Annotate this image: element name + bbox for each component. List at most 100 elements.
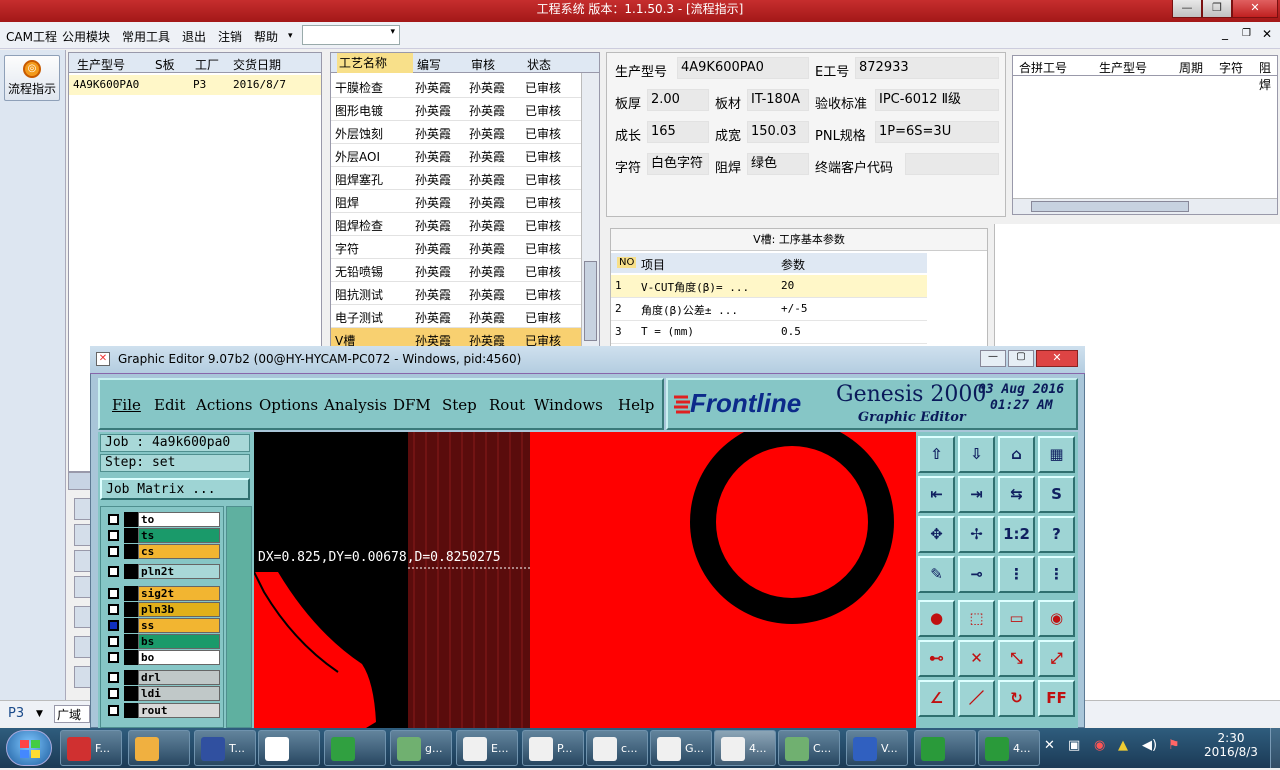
col-header[interactable]: 生产型号: [77, 56, 125, 73]
start-button[interactable]: [6, 730, 52, 766]
cam-canvas[interactable]: DX=0.825,DY=0.00678,D=0.8250275: [254, 432, 916, 728]
snap-icon[interactable]: ⊸: [958, 556, 995, 593]
layer-checkbox[interactable]: [108, 652, 119, 663]
ge-minimize-button[interactable]: —: [980, 350, 1006, 367]
menu-logout[interactable]: 注销: [218, 28, 242, 45]
layer-name[interactable]: drl: [138, 670, 220, 685]
horizontal-scrollbar[interactable]: [1013, 198, 1277, 214]
ge-menu-analysis[interactable]: Analysis: [324, 396, 387, 414]
layer-checkbox[interactable]: [108, 688, 119, 699]
col-header[interactable]: 阻焊: [1259, 59, 1277, 93]
field-e-no[interactable]: 872933: [855, 57, 999, 79]
chevron-down-icon[interactable]: ▼: [36, 709, 43, 719]
layer-name[interactable]: bs: [138, 634, 220, 649]
layer-row[interactable]: bo: [106, 650, 222, 665]
task-notes[interactable]: [258, 730, 320, 766]
help-icon[interactable]: ?: [1038, 516, 1075, 553]
flip-icon[interactable]: ⇆: [998, 476, 1035, 513]
table-row[interactable]: 3 T = (mm) 0.5: [611, 321, 927, 344]
layer-name[interactable]: sig2t: [138, 586, 220, 601]
table-row[interactable]: 图形电镀 孙英霞 孙英霞 已审核: [331, 98, 599, 121]
ge-menu-step[interactable]: Step: [442, 396, 477, 414]
connect-icon[interactable]: ⤡: [998, 640, 1035, 677]
layer-checkbox[interactable]: [108, 636, 119, 647]
clock[interactable]: 2:30 2016/8/3: [1196, 731, 1266, 759]
layer-checkbox[interactable]: [108, 588, 119, 599]
layer-row[interactable]: ldi: [106, 686, 222, 701]
col-header[interactable]: 字符: [1219, 59, 1243, 76]
task-foxmail[interactable]: F...: [60, 730, 122, 766]
layer-row[interactable]: drl: [106, 670, 222, 685]
mdi-minimize-icon[interactable]: _: [1222, 26, 1228, 40]
tray-warning-icon[interactable]: ▲: [1118, 738, 1128, 753]
task-genesis-c[interactable]: C...: [778, 730, 840, 766]
task-ge-p[interactable]: P...: [522, 730, 584, 766]
layer-checkbox[interactable]: [108, 530, 119, 541]
net-icon[interactable]: ⊷: [918, 640, 955, 677]
field-material[interactable]: IT-180A: [747, 89, 809, 111]
mdi-restore-icon[interactable]: ❐: [1242, 28, 1251, 39]
layer-checkbox[interactable]: [108, 514, 119, 525]
board-right-icon[interactable]: ⋮: [1038, 556, 1075, 593]
layer-row[interactable]: ss: [106, 618, 222, 633]
col-header[interactable]: 交货日期: [233, 56, 281, 73]
table-row[interactable]: 4A9K600PA0 P3 2016/8/7: [69, 75, 321, 95]
hole-icon[interactable]: ◉: [1038, 600, 1075, 637]
zoom-out-icon[interactable]: ✢: [958, 516, 995, 553]
line-icon[interactable]: ／: [958, 680, 995, 717]
layer-row[interactable]: bs: [106, 634, 222, 649]
task-save[interactable]: T...: [194, 730, 256, 766]
table-row[interactable]: 无铅喷锡 孙英霞 孙英霞 已审核: [331, 259, 599, 282]
restore-button[interactable]: ❐: [1202, 0, 1232, 18]
table-row[interactable]: V槽 孙英霞 孙英霞 已审核: [331, 328, 599, 346]
zoom-fit-icon[interactable]: ⇧: [918, 436, 955, 473]
task-genesis-eye[interactable]: g...: [390, 730, 452, 766]
table-row[interactable]: 电子测试 孙英霞 孙英霞 已审核: [331, 305, 599, 328]
cross-icon[interactable]: ✕: [958, 640, 995, 677]
layer-checkbox[interactable]: [108, 546, 119, 557]
col-header[interactable]: 审核: [471, 56, 495, 73]
task-excel[interactable]: [914, 730, 976, 766]
task-ge-c[interactable]: c...: [586, 730, 648, 766]
ge-menu-dfm[interactable]: DFM: [393, 396, 431, 414]
add-pad-icon[interactable]: ●: [918, 600, 955, 637]
field-length[interactable]: 165: [647, 121, 709, 143]
menu-help[interactable]: 帮助: [254, 28, 278, 45]
menu-exit[interactable]: 退出: [182, 28, 206, 45]
task-excel-4[interactable]: 4...: [978, 730, 1040, 766]
col-header[interactable]: 合拼工号: [1019, 59, 1067, 76]
slope-icon[interactable]: ∠: [918, 680, 955, 717]
ge-menu-edit[interactable]: Edit: [154, 396, 185, 414]
task-ge-g[interactable]: G...: [650, 730, 712, 766]
col-header[interactable]: 工艺名称: [337, 53, 413, 73]
tray-flag-icon[interactable]: ⚑: [1168, 738, 1180, 753]
layer-checkbox[interactable]: [108, 705, 119, 716]
flow-button[interactable]: ◎ 流程指示: [4, 55, 60, 101]
layer-row[interactable]: sig2t: [106, 586, 222, 601]
ge-menu-actions[interactable]: Actions: [196, 396, 252, 414]
chevron-down-icon[interactable]: ▾: [288, 31, 293, 41]
pan-right-icon[interactable]: ⇥: [958, 476, 995, 513]
menu-tools[interactable]: 常用工具: [122, 28, 170, 45]
tray-volume-icon[interactable]: ◀): [1142, 738, 1157, 753]
col-header[interactable]: 编写: [417, 56, 441, 73]
table-row[interactable]: 2 角度(β)公差± ... +/-5: [611, 298, 927, 321]
layer-checkbox[interactable]: [108, 566, 119, 577]
ge-maximize-button[interactable]: ▢: [1008, 350, 1034, 367]
table-row[interactable]: 字符 孙英霞 孙英霞 已审核: [331, 236, 599, 259]
select-region-icon[interactable]: ⬚: [958, 600, 995, 637]
board-left-icon[interactable]: ⋮: [998, 556, 1035, 593]
layer-row[interactable]: to: [106, 512, 222, 527]
table-row[interactable]: 外层AOI 孙英霞 孙英霞 已审核: [331, 144, 599, 167]
layer-name[interactable]: pln3b: [138, 602, 220, 617]
table-row[interactable]: 阻焊塞孔 孙英霞 孙英霞 已审核: [331, 167, 599, 190]
zoom-in-icon[interactable]: ✥: [918, 516, 955, 553]
ge-menu-options[interactable]: Options: [259, 396, 318, 414]
layer-name[interactable]: bo: [138, 650, 220, 665]
close-button[interactable]: ✕: [1232, 0, 1278, 18]
site-select[interactable]: P3: [8, 706, 24, 721]
layer-checkbox[interactable]: [108, 672, 119, 683]
table-row[interactable]: 阻焊检查 孙英霞 孙英霞 已审核: [331, 213, 599, 236]
table-row[interactable]: 干膜检查 孙英霞 孙英霞 已审核: [331, 75, 599, 98]
col-header[interactable]: 周期: [1179, 59, 1203, 76]
